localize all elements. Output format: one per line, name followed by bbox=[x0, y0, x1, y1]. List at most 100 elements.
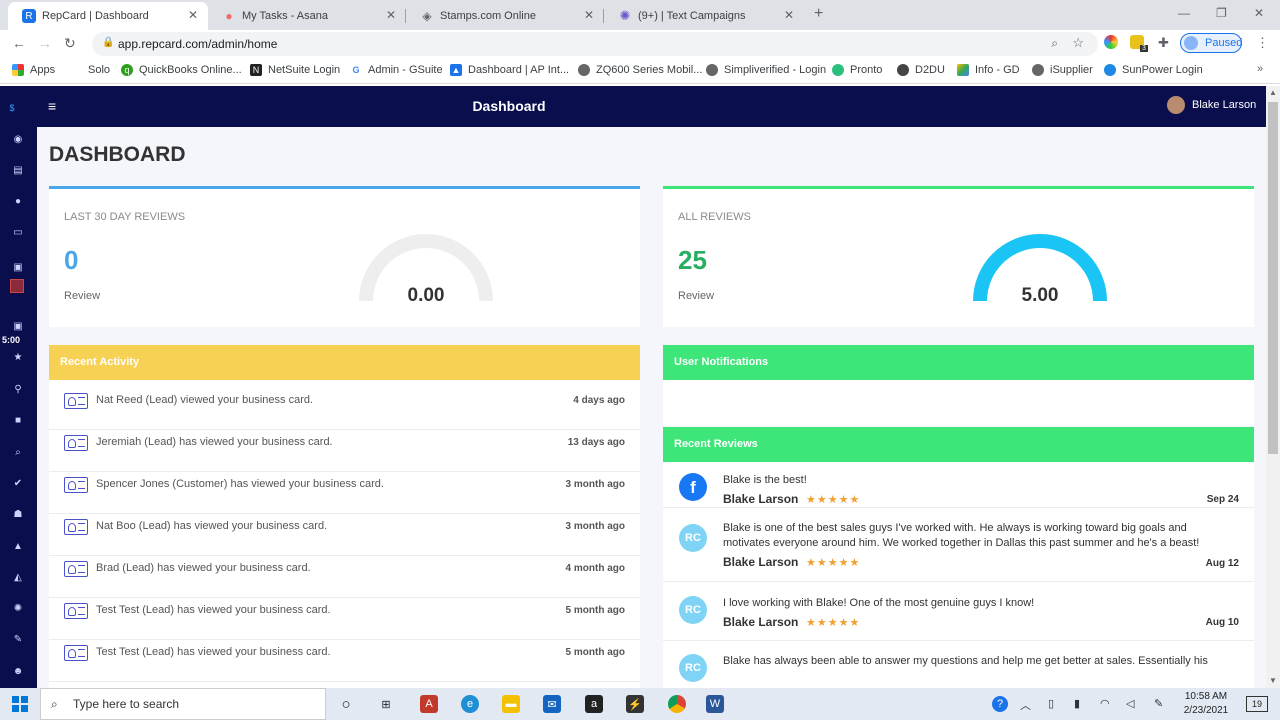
profile-avatar bbox=[1184, 36, 1198, 50]
minimize-icon[interactable]: — bbox=[1178, 6, 1190, 20]
document-icon[interactable]: ▤ bbox=[12, 165, 24, 177]
wifi-icon[interactable]: ◠ bbox=[1100, 697, 1110, 710]
contact-icon[interactable]: ▣ bbox=[12, 321, 24, 333]
bookmark-apps[interactable]: Apps bbox=[12, 64, 55, 76]
task-view-icon[interactable]: ⊞ bbox=[377, 695, 395, 713]
check-icon[interactable]: ✔ bbox=[12, 478, 24, 490]
pen-icon[interactable]: ✎ bbox=[1154, 697, 1163, 710]
activity-row[interactable]: Nat Reed (Lead) viewed your business car… bbox=[49, 388, 640, 430]
bookmark-isupplier[interactable]: iSupplier bbox=[1032, 64, 1093, 76]
bell-icon[interactable]: ◭ bbox=[12, 572, 24, 584]
edge-icon[interactable]: e bbox=[461, 695, 479, 713]
record-icon[interactable] bbox=[10, 279, 24, 293]
bookmark-netsuite[interactable]: N NetSuite Login bbox=[250, 64, 340, 76]
card-icon[interactable]: ▭ bbox=[12, 227, 24, 239]
clock-time: 10:58 AM bbox=[1184, 691, 1228, 702]
review-item[interactable]: f Blake is the best! Blake Larson ★★★★★ … bbox=[663, 463, 1254, 508]
bookmark-dashboard-ap[interactable]: ▲ Dashboard | AP Int... bbox=[450, 64, 569, 76]
windows-start-button[interactable] bbox=[0, 688, 40, 720]
user-avatar[interactable] bbox=[1167, 96, 1185, 114]
close-tab-icon[interactable]: ✕ bbox=[584, 8, 594, 22]
forward-icon[interactable]: → bbox=[38, 35, 52, 51]
tab-repcard[interactable]: R RepCard | Dashboard ✕ bbox=[8, 2, 208, 30]
gear-icon[interactable]: ✺ bbox=[12, 603, 24, 615]
review-date: Aug 12 bbox=[1205, 558, 1239, 569]
chat-icon[interactable]: ● bbox=[12, 196, 24, 208]
edit-icon[interactable]: ✎ bbox=[12, 634, 24, 646]
bookmark-gsuite[interactable]: G Admin - GSuite bbox=[350, 64, 443, 76]
mail-icon[interactable]: ✉ bbox=[543, 695, 561, 713]
word-icon[interactable]: W bbox=[706, 695, 724, 713]
scrollbar-thumb[interactable] bbox=[1268, 102, 1278, 454]
system-clock[interactable]: 10:58 AM 2/23/2021 bbox=[1176, 690, 1236, 718]
volume-icon[interactable]: ◁ bbox=[1126, 697, 1134, 710]
bookmark-d2du[interactable]: D2DU bbox=[897, 64, 945, 76]
dashboard-icon[interactable]: ◉ bbox=[12, 134, 24, 146]
color-extension-icon[interactable] bbox=[1104, 35, 1118, 49]
scroll-up-icon[interactable]: ▲ bbox=[1269, 88, 1277, 97]
close-tab-icon[interactable]: ✕ bbox=[784, 8, 794, 22]
bookmarks-overflow-icon[interactable]: » bbox=[1257, 63, 1263, 75]
bookmark-zq600[interactable]: ZQ600 Series Mobil... bbox=[578, 64, 702, 76]
back-icon[interactable]: ← bbox=[12, 35, 26, 51]
activity-row[interactable]: Test Test (Lead) has viewed your busines… bbox=[49, 640, 640, 682]
activity-row[interactable]: Nat Boo (Lead) has viewed your business … bbox=[49, 514, 640, 556]
review-item[interactable]: RC Blake is one of the best sales guys I… bbox=[663, 509, 1254, 582]
windows-taskbar: ⌕ Type here to search ○ ⊞ A e ▬ ✉ a ⚡ W … bbox=[0, 688, 1280, 720]
clock-date: 2/23/2021 bbox=[1183, 705, 1229, 716]
printer-icon[interactable]: ▣ bbox=[12, 262, 24, 274]
star-icon[interactable]: ★ bbox=[12, 352, 24, 364]
search-icon[interactable]: ⌕ bbox=[12, 447, 24, 459]
review-item[interactable]: RC I love working with Blake! One of the… bbox=[663, 583, 1254, 641]
tray-chevron-icon[interactable]: ︿ bbox=[1020, 697, 1031, 713]
close-window-icon[interactable]: ✕ bbox=[1254, 6, 1264, 20]
asana-icon: ● bbox=[225, 9, 233, 23]
bookmark-info-gd[interactable]: Info - GD bbox=[957, 64, 1020, 76]
microphone-icon[interactable]: ▮ bbox=[1074, 697, 1080, 710]
bookmark-sunpower[interactable]: SunPower Login bbox=[1104, 64, 1203, 76]
new-tab-icon[interactable]: + bbox=[814, 5, 823, 23]
maximize-icon[interactable]: ❐ bbox=[1216, 6, 1227, 20]
tab-stamps[interactable]: ◈ Stamps.com Online ✕ bbox=[406, 2, 604, 30]
video-icon[interactable]: ■ bbox=[12, 415, 24, 427]
scroll-down-icon[interactable]: ▼ bbox=[1269, 676, 1277, 685]
bookmark-solo[interactable]: Solo bbox=[88, 64, 110, 76]
cortana-icon[interactable]: ○ bbox=[337, 695, 355, 713]
tray-device-icon[interactable]: ▯ bbox=[1048, 697, 1054, 710]
map-pin-icon[interactable]: ⚲ bbox=[12, 384, 24, 396]
bookmark-pronto[interactable]: Pronto bbox=[832, 64, 882, 76]
user-name[interactable]: Blake Larson bbox=[1192, 99, 1256, 111]
tab-asana[interactable]: ● My Tasks - Asana ✕ bbox=[208, 2, 406, 30]
bookmark-star-icon[interactable]: ☆ bbox=[1072, 35, 1084, 51]
lock-icon[interactable]: ▲ bbox=[12, 541, 24, 553]
bookmark-simpliverified[interactable]: Simpliverified - Login bbox=[706, 64, 826, 76]
chrome-icon[interactable] bbox=[668, 695, 686, 713]
close-tab-icon[interactable]: ✕ bbox=[386, 8, 396, 22]
activity-row[interactable]: Jeremiah (Lead) has viewed your business… bbox=[49, 430, 640, 472]
reload-icon[interactable]: ↻ bbox=[64, 35, 76, 52]
file-explorer-icon[interactable]: ▬ bbox=[502, 695, 520, 713]
stamps-icon: ◈ bbox=[422, 9, 432, 23]
page-scrollbar[interactable]: ▲ ▼ bbox=[1266, 86, 1280, 688]
notification-center-icon[interactable]: 19 bbox=[1246, 696, 1268, 712]
activity-row[interactable]: Brad (Lead) has viewed your business car… bbox=[49, 556, 640, 598]
taskbar-search-box[interactable]: ⌕ Type here to search bbox=[40, 688, 326, 720]
tab-text-campaigns[interactable]: ✺ (9+) | Text Campaigns ✕ bbox=[604, 2, 804, 30]
menu-kebab-icon[interactable]: ⋮ bbox=[1256, 35, 1269, 51]
amazon-icon[interactable]: a bbox=[585, 695, 603, 713]
app-top-nav: ≡ Dashboard Blake Larson bbox=[37, 86, 1266, 127]
activity-row[interactable]: Test Test (Lead) has viewed your busines… bbox=[49, 598, 640, 640]
address-bar[interactable]: 🔒 app.repcard.com/admin/home ⌕ ☆ bbox=[92, 32, 1098, 56]
help-icon[interactable]: ? bbox=[992, 696, 1008, 712]
close-tab-icon[interactable]: ✕ bbox=[188, 8, 198, 22]
puzzle-icon[interactable]: ✚ bbox=[1158, 35, 1169, 51]
activity-row[interactable]: Spencer Jones (Customer) has viewed your… bbox=[49, 472, 640, 514]
profile-paused-button[interactable]: Paused bbox=[1180, 33, 1242, 53]
app-lightning-icon[interactable]: ⚡ bbox=[626, 695, 644, 713]
users-icon[interactable]: ☗ bbox=[12, 509, 24, 521]
zoom-icon[interactable]: ⌕ bbox=[1051, 36, 1058, 51]
bookmark-quickbooks[interactable]: q QuickBooks Online... bbox=[121, 64, 242, 76]
user-icon[interactable]: ☻ bbox=[12, 666, 24, 678]
acrobat-icon[interactable]: A bbox=[420, 695, 438, 713]
review-item[interactable]: RC Blake has always been able to answer … bbox=[663, 642, 1254, 688]
